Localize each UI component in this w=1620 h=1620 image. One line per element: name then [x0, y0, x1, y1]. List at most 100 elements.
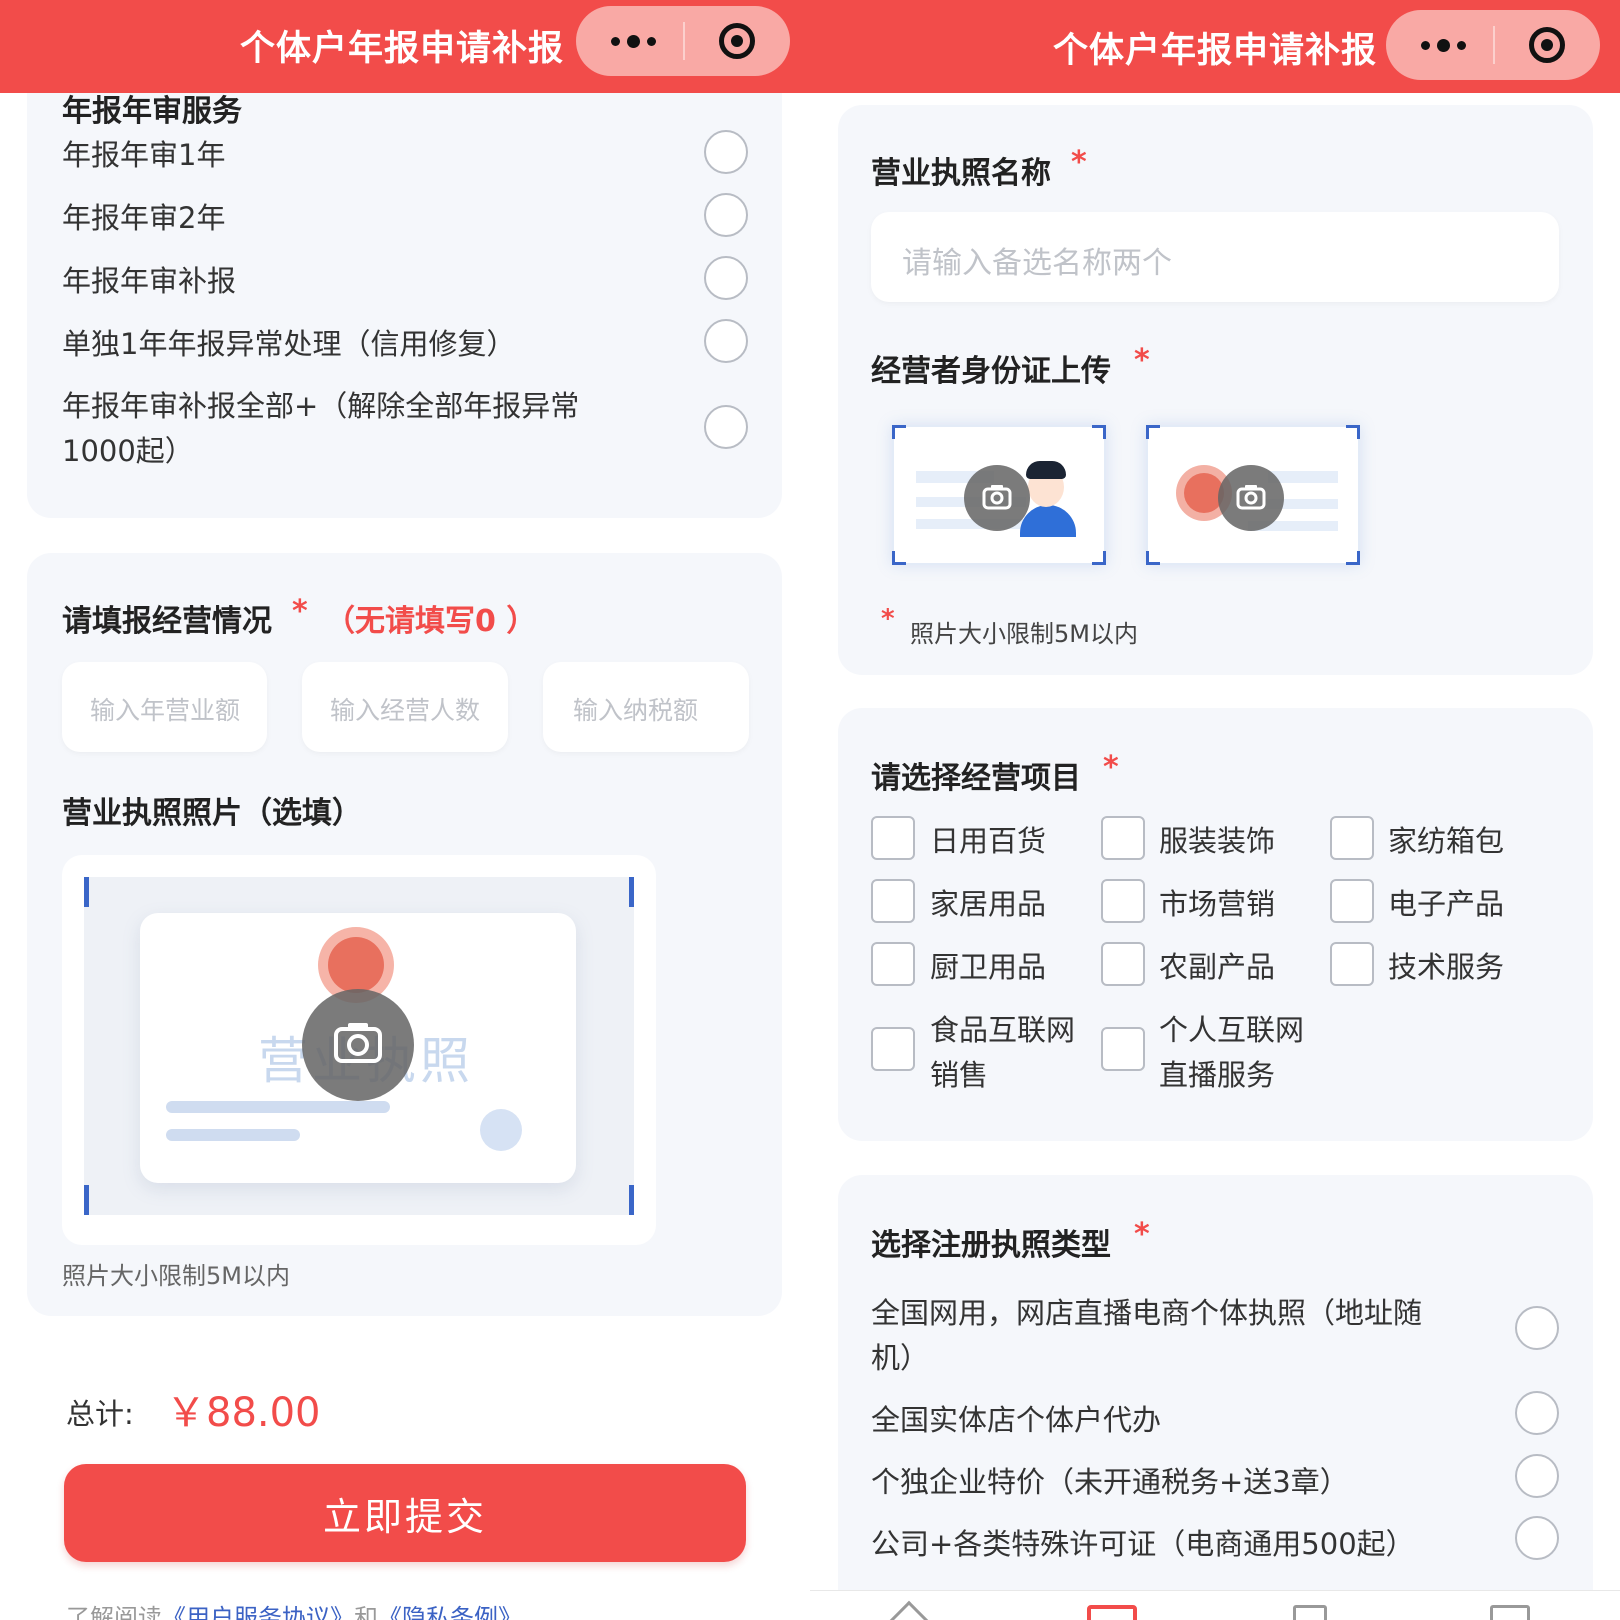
- more-dots-icon[interactable]: [598, 20, 668, 62]
- business-item-label-line2: 销售: [930, 1058, 989, 1092]
- license-type-radio[interactable]: [1515, 1306, 1559, 1350]
- input-placeholder: 输入年营业额: [90, 696, 241, 725]
- frame-corner: [1346, 425, 1360, 439]
- license-type-label-line2: 机）: [871, 1341, 930, 1375]
- bottom-tab-bar: [810, 1590, 1620, 1620]
- service-option-label: 年报年审2年: [62, 201, 226, 235]
- page-title: 个体户年报申请补报: [1053, 31, 1378, 71]
- business-item-label: 个人互联网: [1159, 1013, 1305, 1047]
- service-option-radio[interactable]: [704, 256, 748, 300]
- top-navbar: 个体户年报申请补报: [0, 0, 810, 93]
- frame-corner: [629, 1185, 634, 1215]
- business-item-checkbox[interactable]: [1330, 816, 1374, 860]
- screenshot-stage: 年报年审服务 年报年审1年 年报年审2年 年报年审补报 单独1年年报异常处理（信…: [0, 0, 1620, 1620]
- required-mark: *: [292, 594, 308, 629]
- id-front-uploader[interactable]: [892, 425, 1106, 565]
- frame-corner: [84, 877, 89, 907]
- frame-corner: [1146, 425, 1160, 439]
- business-item-checkbox[interactable]: [1101, 942, 1145, 986]
- service-option-radio[interactable]: [704, 319, 748, 363]
- service-option-label: 年报年审1年: [62, 138, 226, 172]
- license-type-title: 选择注册执照类型: [871, 1228, 1111, 1263]
- business-item-checkbox[interactable]: [1330, 942, 1374, 986]
- business-item-checkbox[interactable]: [1101, 816, 1145, 860]
- service-option-label: 年报年审补报: [62, 264, 237, 298]
- capsule-divider: [1493, 26, 1495, 64]
- more-dots-icon[interactable]: [1408, 24, 1478, 66]
- service-option-label-line2: 1000起）: [62, 434, 194, 468]
- user-agreement-link[interactable]: 《用户服务协议》: [162, 1604, 354, 1620]
- target-circle-icon[interactable]: [1529, 27, 1565, 63]
- business-info-title: 请填报经营情况: [62, 604, 272, 639]
- mini-program-capsule: [576, 6, 790, 76]
- agreement-prefix: 了解阅读: [66, 1604, 162, 1620]
- business-info-note: （无请填写0 ）: [325, 604, 537, 639]
- home-tab-icon[interactable]: [887, 1600, 931, 1620]
- total-amount: ￥88.00: [166, 1390, 321, 1436]
- annual-revenue-input[interactable]: 输入年营业额: [62, 662, 267, 752]
- frame-corner: [1092, 425, 1106, 439]
- total-label: 总计:: [66, 1397, 134, 1431]
- business-item-label-line2: 直播服务: [1159, 1058, 1276, 1092]
- license-type-radio[interactable]: [1515, 1516, 1559, 1560]
- required-mark: *: [1134, 1217, 1150, 1252]
- business-item-checkbox[interactable]: [1330, 879, 1374, 923]
- business-item-checkbox[interactable]: [871, 879, 915, 923]
- tax-amount-input[interactable]: 输入纳税额: [543, 662, 749, 752]
- photo-size-hint: 照片大小限制5M以内: [62, 1262, 290, 1290]
- license-type-radio[interactable]: [1515, 1391, 1559, 1435]
- privacy-policy-link[interactable]: 《隐私条例》: [378, 1604, 522, 1620]
- frame-corner: [892, 551, 906, 565]
- text-line: [166, 1129, 300, 1141]
- license-type-label: 全国网用，网店直播电商个体执照（地址随: [871, 1296, 1423, 1330]
- business-item-label: 农副产品: [1159, 950, 1276, 984]
- input-placeholder: 请输入备选名称两个: [902, 246, 1172, 281]
- business-item-label: 日用百货: [930, 824, 1047, 858]
- license-type-radio[interactable]: [1515, 1454, 1559, 1498]
- staff-count-input[interactable]: 输入经营人数: [302, 662, 508, 752]
- business-item-checkbox[interactable]: [1101, 1027, 1145, 1071]
- frame-corner: [1346, 551, 1360, 565]
- business-item-checkbox[interactable]: [1101, 879, 1145, 923]
- input-placeholder: 输入经营人数: [330, 696, 481, 725]
- page-title: 个体户年报申请补报: [240, 29, 565, 69]
- service-option-radio[interactable]: [704, 193, 748, 237]
- required-mark: *: [1071, 145, 1087, 180]
- frame-corner: [1146, 551, 1160, 565]
- orders-tab-icon[interactable]: [1293, 1605, 1327, 1620]
- license-name-input[interactable]: 请输入备选名称两个: [871, 212, 1559, 302]
- camera-icon[interactable]: [302, 989, 414, 1101]
- business-item-checkbox[interactable]: [871, 942, 915, 986]
- license-photo-uploader[interactable]: 营业执照: [62, 855, 656, 1245]
- agreement-line: 了解阅读《用户服务协议》和《隐私条例》: [66, 1598, 522, 1620]
- profile-tab-icon[interactable]: [1490, 1605, 1530, 1620]
- business-item-label: 服装装饰: [1159, 824, 1276, 858]
- camera-icon[interactable]: [964, 465, 1030, 531]
- id-back-uploader[interactable]: [1146, 425, 1360, 565]
- left-screen: 年报年审服务 年报年审1年 年报年审2年 年报年审补报 单独1年年报异常处理（信…: [0, 0, 810, 1620]
- apply-tab-icon[interactable]: [1087, 1605, 1137, 1620]
- business-item-label: 电子产品: [1388, 887, 1505, 921]
- agreement-and: 和: [354, 1604, 378, 1620]
- camera-icon[interactable]: [1218, 465, 1284, 531]
- target-circle-icon[interactable]: [719, 23, 755, 59]
- license-type-label: 公司+各类特殊许可证（电商通用500起）: [871, 1527, 1415, 1561]
- business-item-checkbox[interactable]: [871, 1027, 915, 1071]
- frame-corner: [84, 1185, 89, 1215]
- id-upload-title: 经营者身份证上传: [871, 354, 1111, 389]
- submit-button[interactable]: 立即提交: [64, 1464, 746, 1562]
- business-item-label: 家纺箱包: [1388, 824, 1505, 858]
- business-item-label: 食品互联网: [930, 1013, 1076, 1047]
- service-option-radio[interactable]: [704, 130, 748, 174]
- text-line: [166, 1101, 390, 1113]
- service-option-radio[interactable]: [704, 405, 748, 449]
- license-photo-title: 营业执照照片（选填）: [62, 796, 362, 831]
- capsule-divider: [683, 22, 685, 60]
- business-item-label: 市场营销: [1159, 887, 1276, 921]
- required-mark: *: [1103, 750, 1119, 785]
- business-item-label: 厨卫用品: [930, 950, 1047, 984]
- frame-corner: [1092, 551, 1106, 565]
- business-item-checkbox[interactable]: [871, 816, 915, 860]
- submit-button-label: 立即提交: [322, 1494, 487, 1539]
- mini-program-capsule: [1386, 10, 1600, 80]
